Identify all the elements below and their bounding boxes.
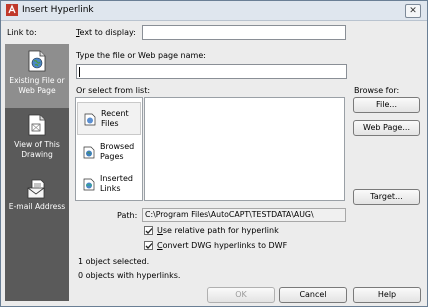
file-list[interactable]: [144, 97, 345, 201]
convert-dwg-checkbox[interactable]: [144, 241, 153, 250]
drawing-view-icon: [28, 114, 46, 136]
insert-hyperlink-dialog: Insert Hyperlink ✕ Link to: Existing Fil…: [0, 0, 428, 307]
target-button-label: Target...: [370, 192, 403, 201]
cancel-button-label: Cancel: [299, 290, 327, 299]
select-list-label: Or select from list:: [76, 86, 151, 95]
link-to-existing-file[interactable]: Existing File or Web Page: [5, 44, 69, 108]
title-bar: Insert Hyperlink ✕: [1, 1, 427, 21]
browse-for-label: Browse for:: [354, 86, 400, 95]
browse-web-page-button[interactable]: Web Page...: [353, 120, 420, 136]
path-label: Path:: [117, 211, 138, 220]
hyperlink-count-text: 0 objects with hyperlinks.: [78, 271, 181, 280]
globe-document-icon: [28, 50, 46, 72]
ok-button[interactable]: OK: [207, 287, 275, 303]
checkmark-icon: [145, 243, 153, 249]
list-source-tabs: Recent Files Browsed Pages Inserted Links: [75, 97, 143, 201]
tab-browsed-pages[interactable]: Browsed Pages: [77, 136, 141, 169]
help-button-label: Help: [377, 290, 397, 299]
checkmark-icon: [145, 228, 153, 234]
recent-files-icon: [84, 113, 96, 126]
cancel-button[interactable]: Cancel: [279, 287, 347, 303]
link-to-label: Link to:: [7, 28, 37, 37]
close-icon: ✕: [409, 6, 417, 16]
close-button[interactable]: ✕: [405, 4, 421, 18]
text-to-display-input[interactable]: [142, 25, 346, 40]
selected-count-text: 1 object selected.: [78, 257, 150, 266]
relative-path-checkbox[interactable]: [144, 226, 153, 235]
ok-button-label: OK: [235, 290, 247, 299]
tab-recent-files[interactable]: Recent Files: [77, 102, 141, 135]
file-name-input[interactable]: [76, 64, 347, 79]
link-to-sidebar: Existing File or Web Page View of This D…: [5, 44, 69, 301]
tab-recent-files-label: Recent Files: [101, 109, 129, 128]
type-file-label: Type the file or Web page name:: [76, 51, 206, 60]
text-caret: [79, 67, 80, 77]
relative-path-label: Use relative path for hyperlink: [157, 226, 279, 235]
link-to-email-address-label: E-mail Address: [8, 202, 66, 211]
browsed-pages-icon: [83, 146, 95, 159]
window-title: Insert Hyperlink: [22, 5, 94, 15]
path-value: C:\Program Files\AutoCAPT\TESTDATA\AUG\: [145, 210, 314, 219]
browse-file-button[interactable]: File...: [353, 97, 420, 113]
email-icon: [27, 179, 45, 199]
tab-inserted-links-label: Inserted Links: [100, 174, 133, 193]
link-to-view-of-drawing-label: View of This Drawing: [14, 140, 60, 159]
convert-dwg-label: Convert DWG hyperlinks to DWF: [157, 241, 288, 250]
link-to-view-of-drawing[interactable]: View of This Drawing: [5, 108, 69, 172]
browse-file-button-label: File...: [375, 100, 397, 109]
tab-browsed-pages-label: Browsed Pages: [100, 142, 135, 161]
app-icon: [6, 4, 18, 16]
help-button[interactable]: Help: [353, 287, 421, 303]
link-to-existing-file-label: Existing File or Web Page: [9, 76, 65, 95]
text-to-display-label: Text to display:: [76, 28, 136, 37]
path-field: C:\Program Files\AutoCAPT\TESTDATA\AUG\: [142, 208, 346, 222]
inserted-links-icon: [83, 178, 95, 191]
tab-inserted-links[interactable]: Inserted Links: [77, 168, 141, 201]
target-button[interactable]: Target...: [353, 189, 420, 205]
link-to-email-address[interactable]: E-mail Address: [5, 172, 69, 236]
browse-web-page-button-label: Web Page...: [363, 123, 410, 132]
